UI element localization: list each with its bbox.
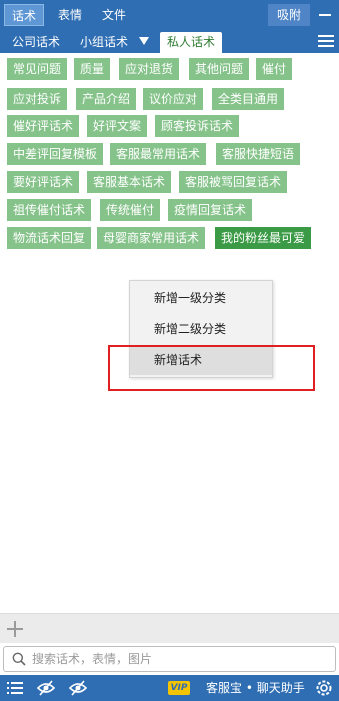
- category-chip[interactable]: 客服快捷短语: [216, 143, 301, 165]
- category-chip-selected[interactable]: 我的粉丝最可爱: [215, 227, 312, 249]
- category-chip[interactable]: 客服基本话术: [87, 171, 172, 193]
- category-chip[interactable]: 产品介绍: [76, 88, 137, 110]
- top-bar: 话术 表情 文件 吸附: [0, 0, 339, 30]
- search-input[interactable]: [32, 649, 328, 669]
- category-chip[interactable]: 常见问题: [7, 58, 68, 80]
- menu-item-add-level1-category[interactable]: 新增一级分类: [130, 283, 272, 313]
- category-chip[interactable]: 母婴商家常用话术: [97, 227, 206, 249]
- tab-biaoqing[interactable]: 表情: [50, 4, 90, 26]
- category-chip[interactable]: 客服被骂回复话术: [179, 171, 288, 193]
- category-chip[interactable]: 应对投诉: [7, 88, 68, 110]
- category-chip[interactable]: 客服最常用话术: [110, 143, 207, 165]
- category-chip[interactable]: 要好评话术: [7, 171, 80, 193]
- bottom-bar: VIP 客服宝 • 聊天助手: [0, 675, 339, 701]
- category-chip[interactable]: 议价应对: [143, 88, 204, 110]
- gear-icon[interactable]: [314, 678, 334, 698]
- eye-hidden-icon[interactable]: [36, 678, 56, 698]
- category-chip[interactable]: 顾客投诉话术: [155, 115, 240, 137]
- sub-tab-bar: 公司话术 小组话术 私人话术: [0, 30, 339, 53]
- minimize-button[interactable]: [314, 4, 336, 26]
- category-chip[interactable]: 物流话术回复: [7, 227, 92, 249]
- tab-group-scripts[interactable]: 小组话术: [80, 32, 128, 53]
- minimize-icon: [319, 14, 331, 16]
- vip-badge: VIP: [168, 681, 190, 695]
- tab-private-scripts[interactable]: 私人话术: [160, 32, 222, 53]
- search-bar: [0, 643, 339, 675]
- category-chip[interactable]: 中差评回复模板: [7, 143, 104, 165]
- category-chip[interactable]: 其他问题: [189, 58, 250, 80]
- menu-icon[interactable]: [318, 33, 334, 49]
- category-chip[interactable]: 催付: [256, 58, 293, 80]
- pin-button[interactable]: 吸附: [268, 4, 310, 26]
- add-button[interactable]: [4, 618, 28, 642]
- category-chip[interactable]: 传统催付: [100, 199, 161, 221]
- category-chip[interactable]: 好评文案: [87, 115, 148, 137]
- add-bar: [0, 613, 339, 643]
- category-chip[interactable]: 祖传催付话术: [7, 199, 92, 221]
- category-chip[interactable]: 全类目通用: [212, 88, 285, 110]
- chevron-down-icon[interactable]: [139, 37, 149, 45]
- category-chip[interactable]: 质量: [74, 58, 111, 80]
- eye-off-icon[interactable]: [68, 678, 88, 698]
- brand-label: 客服宝 • 聊天助手: [206, 681, 305, 695]
- context-menu: 新增一级分类 新增二级分类 新增话术: [129, 280, 273, 378]
- category-chip[interactable]: 催好评话术: [7, 115, 80, 137]
- menu-item-add-script[interactable]: 新增话术: [130, 345, 272, 375]
- tab-wenjian[interactable]: 文件: [94, 4, 134, 26]
- tab-huashu[interactable]: 话术: [4, 4, 44, 26]
- list-icon[interactable]: [5, 678, 25, 698]
- category-chip[interactable]: 疫情回复话术: [168, 199, 253, 221]
- menu-item-add-level2-category[interactable]: 新增二级分类: [130, 314, 272, 344]
- tab-company-scripts[interactable]: 公司话术: [12, 32, 60, 53]
- search-icon: [12, 652, 26, 666]
- category-chip[interactable]: 应对退货: [119, 58, 180, 80]
- search-box: [3, 646, 336, 672]
